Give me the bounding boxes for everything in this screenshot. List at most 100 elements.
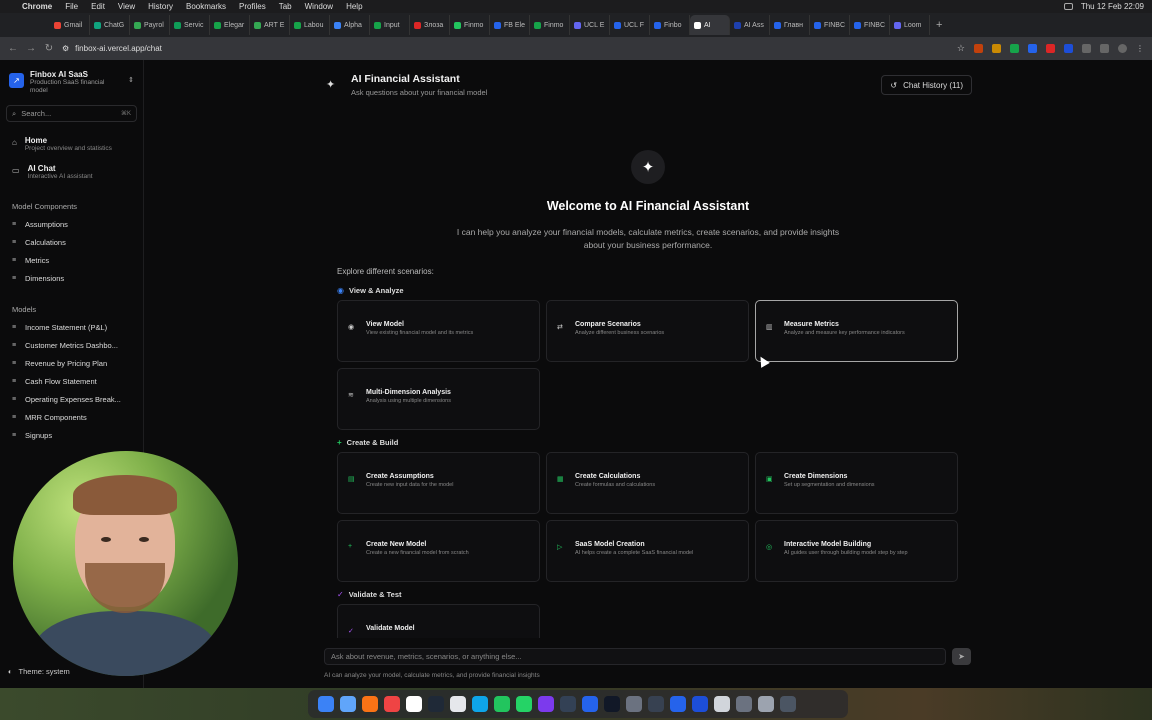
dock-app-icon[interactable] bbox=[340, 696, 356, 712]
browser-tab[interactable]: AI Ass bbox=[730, 15, 770, 35]
scenario-card[interactable]: ◎ Interactive Model Building AI guides us… bbox=[755, 520, 958, 582]
sidebar-item-model[interactable]: ≡ Customer Metrics Dashbo... bbox=[6, 341, 137, 350]
menu-file[interactable]: File bbox=[65, 2, 78, 11]
browser-tab[interactable]: Finmo bbox=[450, 15, 490, 35]
sidebar-item-model[interactable]: ≡ Cash Flow Statement bbox=[6, 377, 137, 386]
extension-icon[interactable] bbox=[974, 44, 983, 53]
clock[interactable]: Thu 12 Feb 22:09 bbox=[1081, 2, 1144, 11]
browser-tab[interactable]: Злоза bbox=[410, 15, 450, 35]
chevron-updown-icon[interactable]: ⇕ bbox=[128, 76, 134, 84]
browser-tab[interactable]: UCL E bbox=[570, 15, 610, 35]
dock-app-icon[interactable] bbox=[450, 696, 466, 712]
sidebar-item-model[interactable]: ≡ Operating Expenses Break... bbox=[6, 395, 137, 404]
dock-app-icon[interactable] bbox=[758, 696, 774, 712]
browser-tab[interactable]: AI bbox=[690, 15, 730, 35]
dock-app-icon[interactable] bbox=[560, 696, 576, 712]
browser-tab[interactable]: UCL F bbox=[610, 15, 650, 35]
sidebar-item-model[interactable]: ≡ Signups bbox=[6, 431, 137, 440]
scenario-card[interactable]: ▤ Create Assumptions Create new input dat… bbox=[337, 452, 540, 514]
bookmark-star-icon[interactable]: ☆ bbox=[957, 43, 965, 54]
dock-app-icon[interactable] bbox=[472, 696, 488, 712]
scenario-card[interactable]: + Create New Model Create a new financial… bbox=[337, 520, 540, 582]
browser-tab[interactable]: Loom bbox=[890, 15, 930, 35]
dock-app-icon[interactable] bbox=[604, 696, 620, 712]
menu-history[interactable]: History bbox=[148, 2, 173, 11]
org-switcher[interactable]: ↗ Finbox AI SaaS Production SaaS financi… bbox=[6, 68, 137, 97]
new-tab-icon[interactable]: + bbox=[936, 19, 942, 31]
dock-app-icon[interactable] bbox=[692, 696, 708, 712]
dock-app-icon[interactable] bbox=[318, 696, 334, 712]
dock-app-icon[interactable] bbox=[406, 696, 422, 712]
browser-tab[interactable]: Input bbox=[370, 15, 410, 35]
menu-edit[interactable]: Edit bbox=[91, 2, 105, 11]
chrome-menu-icon[interactable]: ⋮ bbox=[1136, 44, 1144, 53]
sidebar-search[interactable]: ⌕ Search... ⌘K bbox=[6, 105, 137, 122]
browser-tab[interactable]: FINBC bbox=[850, 15, 890, 35]
send-button[interactable]: ➤ bbox=[952, 648, 971, 665]
menu-window[interactable]: Window bbox=[305, 2, 333, 11]
extension-icon[interactable] bbox=[1010, 44, 1019, 53]
browser-tab[interactable]: Alpha bbox=[330, 15, 370, 35]
dock-app-icon[interactable] bbox=[714, 696, 730, 712]
extension-icon[interactable] bbox=[1064, 44, 1073, 53]
dock-app-icon[interactable] bbox=[648, 696, 664, 712]
battery-icon[interactable] bbox=[1063, 3, 1073, 10]
sidebar-item-assumptions[interactable]: ≡ Assumptions bbox=[6, 220, 137, 229]
profile-avatar[interactable] bbox=[1118, 44, 1127, 53]
browser-tab[interactable]: Elegar bbox=[210, 15, 250, 35]
menu-profiles[interactable]: Profiles bbox=[239, 2, 266, 11]
sidebar-item-dimensions[interactable]: ≡ Dimensions bbox=[6, 274, 137, 283]
menu-app[interactable]: Chrome bbox=[22, 2, 52, 11]
dock-app-icon[interactable] bbox=[494, 696, 510, 712]
extension-icon[interactable] bbox=[1028, 44, 1037, 53]
scenario-card[interactable]: ▦ Create Calculations Create formulas and… bbox=[546, 452, 749, 514]
scenario-card[interactable]: ≋ Multi-Dimension Analysis Analysis using… bbox=[337, 368, 540, 430]
menu-tab[interactable]: Tab bbox=[279, 2, 292, 11]
menu-bookmarks[interactable]: Bookmarks bbox=[186, 2, 226, 11]
chat-input-placeholder[interactable]: Ask about revenue, metrics, scenarios, o… bbox=[331, 652, 522, 661]
browser-tab[interactable]: ART E bbox=[250, 15, 290, 35]
browser-tab[interactable]: Labou bbox=[290, 15, 330, 35]
dock-app-icon[interactable] bbox=[670, 696, 686, 712]
browser-tab[interactable]: FINBC bbox=[810, 15, 850, 35]
search-placeholder[interactable]: Search... bbox=[21, 109, 51, 118]
sidebar-item-ai-chat[interactable]: ▭ AI Chat Interactive AI assistant bbox=[6, 164, 137, 180]
dock-app-icon[interactable] bbox=[362, 696, 378, 712]
sidebar-item-metrics[interactable]: ≡ Metrics bbox=[6, 256, 137, 265]
scenario-card[interactable]: ⇄ Compare Scenarios Analyze different bus… bbox=[546, 300, 749, 362]
extension-icon[interactable] bbox=[1046, 44, 1055, 53]
sidebar-item-model[interactable]: ≡ Income Statement (P&L) bbox=[6, 323, 137, 332]
browser-tab[interactable]: Gmail bbox=[50, 15, 90, 35]
dock-app-icon[interactable] bbox=[780, 696, 796, 712]
browser-tab[interactable]: Главн bbox=[770, 15, 810, 35]
forward-icon[interactable]: → bbox=[26, 43, 36, 54]
scenario-card[interactable]: ▥ Measure Metrics Analyze and measure key… bbox=[755, 300, 958, 362]
scenario-card[interactable]: ◉ View Model View existing financial mode… bbox=[337, 300, 540, 362]
scenario-card[interactable]: ✓ Validate Model bbox=[337, 604, 540, 638]
chat-history-button[interactable]: ↺ Chat History (11) bbox=[881, 75, 972, 95]
extension-icon[interactable] bbox=[1082, 44, 1091, 53]
site-info-icon[interactable]: ⚙ bbox=[62, 44, 69, 53]
dock-app-icon[interactable] bbox=[626, 696, 642, 712]
chat-input[interactable]: Ask about revenue, metrics, scenarios, o… bbox=[324, 648, 946, 665]
dock-app-icon[interactable] bbox=[384, 696, 400, 712]
dock-app-icon[interactable] bbox=[428, 696, 444, 712]
dock-app-icon[interactable] bbox=[736, 696, 752, 712]
menu-view[interactable]: View bbox=[118, 2, 135, 11]
dock-app-icon[interactable] bbox=[538, 696, 554, 712]
sidebar-item-home[interactable]: ⌂ Home Project overview and statistics bbox=[6, 136, 137, 152]
browser-tab[interactable]: FB Ele bbox=[490, 15, 530, 35]
scenario-card[interactable]: ▣ Create Dimensions Set up segmentation a… bbox=[755, 452, 958, 514]
dock-app-icon[interactable] bbox=[516, 696, 532, 712]
browser-tab[interactable]: ChatG bbox=[90, 15, 130, 35]
scenario-card[interactable]: ▷ SaaS Model Creation AI helps create a c… bbox=[546, 520, 749, 582]
url-text[interactable]: finbox-ai.vercel.app/chat bbox=[75, 44, 162, 53]
sidebar-item-model[interactable]: ≡ MRR Components bbox=[6, 413, 137, 422]
browser-tab[interactable]: Finmo bbox=[530, 15, 570, 35]
extension-icon[interactable] bbox=[992, 44, 1001, 53]
browser-tab[interactable]: Payrol bbox=[130, 15, 170, 35]
back-icon[interactable]: ← bbox=[8, 43, 18, 54]
sidebar-item-model[interactable]: ≡ Revenue by Pricing Plan bbox=[6, 359, 137, 368]
browser-tab[interactable]: Finbo bbox=[650, 15, 690, 35]
dock-app-icon[interactable] bbox=[582, 696, 598, 712]
